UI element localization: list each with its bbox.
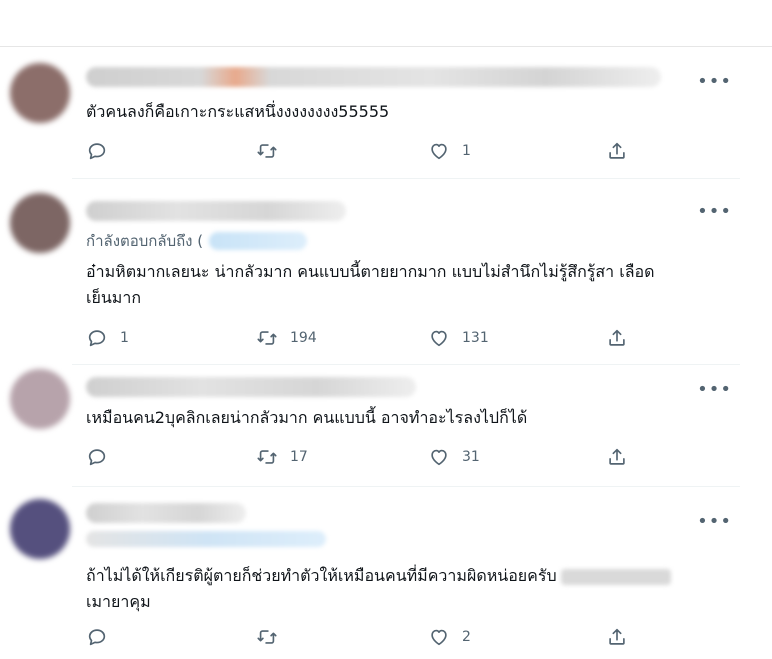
reply-button[interactable]: 1 bbox=[86, 326, 129, 350]
reply-count: 1 bbox=[120, 330, 129, 346]
avatar[interactable] bbox=[10, 63, 70, 123]
author-handle-blurred[interactable] bbox=[86, 531, 326, 547]
tweet[interactable]: ••• กำลังตอบกลับถึง ( อ๋ามหิตมากเลยนะ น่… bbox=[0, 179, 740, 365]
share-icon bbox=[609, 628, 625, 645]
heart-icon bbox=[431, 330, 447, 347]
like-button[interactable]: 1 bbox=[428, 139, 471, 163]
heart-icon bbox=[431, 143, 447, 160]
tweet-text-line: เมายาคุม bbox=[86, 592, 151, 611]
share-button[interactable] bbox=[606, 139, 628, 163]
like-button[interactable]: 31 bbox=[428, 445, 480, 469]
replying-to: กำลังตอบกลับถึง ( bbox=[86, 229, 308, 253]
retweet-button[interactable]: 194 bbox=[256, 326, 317, 350]
replies-timeline: ••• ตัวคนลงก็คือเกาะกระแสหนึ่งงงงงงงง555… bbox=[0, 46, 772, 659]
more-icon[interactable]: ••• bbox=[697, 381, 732, 399]
retweet-icon bbox=[257, 331, 277, 345]
tweet-actions: 17 31 bbox=[86, 445, 646, 469]
more-icon[interactable]: ••• bbox=[697, 513, 732, 531]
tweet[interactable]: ••• ถ้าไม่ได้ให้เกียรติผู้ตายก็ช่วยทำตัว… bbox=[0, 487, 740, 659]
reply-icon bbox=[88, 143, 106, 160]
more-icon[interactable]: ••• bbox=[697, 203, 732, 221]
tweet-text: อ๋ามหิตมากเลยนะ น่ากลัวมาก คนแบบนี้ตายยา… bbox=[86, 259, 736, 311]
reply-icon bbox=[88, 330, 106, 347]
heart-icon bbox=[431, 629, 447, 646]
author-name-blurred[interactable] bbox=[86, 377, 416, 397]
author-name-blurred[interactable] bbox=[86, 67, 661, 87]
like-count: 2 bbox=[462, 629, 471, 645]
avatar[interactable] bbox=[10, 193, 70, 253]
tweet-text-line-content: ถ้าไม่ได้ให้เกียรติผู้ตายก็ช่วยทำตัวให้เ… bbox=[86, 566, 557, 585]
author-name-blurred[interactable] bbox=[86, 201, 346, 221]
avatar[interactable] bbox=[10, 369, 70, 429]
reply-button[interactable] bbox=[86, 139, 120, 163]
tweet[interactable]: ••• เหมือนคน2บุคลิกเลยน่ากลัวมาก คนแบบนี… bbox=[0, 365, 740, 487]
tweet-text-line: อ๋ามหิตมากเลยนะ น่ากลัวมาก คนแบบนี้ตายยา… bbox=[86, 262, 655, 281]
reply-icon bbox=[88, 629, 106, 646]
avatar[interactable] bbox=[10, 499, 70, 559]
tweet-actions: 1 194 131 bbox=[86, 326, 646, 350]
tweet-text: ถ้าไม่ได้ให้เกียรติผู้ตายก็ช่วยทำตัวให้เ… bbox=[86, 563, 736, 615]
like-button[interactable]: 131 bbox=[428, 326, 489, 350]
share-icon bbox=[609, 448, 625, 465]
reply-button[interactable] bbox=[86, 625, 120, 649]
share-icon bbox=[609, 142, 625, 159]
retweet-icon bbox=[257, 144, 277, 158]
retweet-icon bbox=[257, 630, 277, 644]
tweet-text-line: ถ้าไม่ได้ให้เกียรติผู้ตายก็ช่วยทำตัวให้เ… bbox=[86, 563, 736, 589]
retweet-icon bbox=[257, 450, 277, 464]
like-count: 31 bbox=[462, 449, 480, 465]
share-button[interactable] bbox=[606, 445, 628, 469]
reply-icon bbox=[88, 449, 106, 466]
tweet-actions: 1 bbox=[86, 139, 646, 163]
tweet-actions: 2 bbox=[86, 625, 646, 649]
retweet-count: 194 bbox=[290, 330, 317, 346]
share-button[interactable] bbox=[606, 326, 628, 350]
reply-button[interactable] bbox=[86, 445, 120, 469]
retweet-button[interactable]: 17 bbox=[256, 445, 308, 469]
like-count: 1 bbox=[462, 143, 471, 159]
tweet[interactable]: ••• ตัวคนลงก็คือเกาะกระแสหนึ่งงงงงงงง555… bbox=[0, 47, 740, 179]
mention-blurred[interactable] bbox=[209, 232, 308, 250]
like-button[interactable]: 2 bbox=[428, 625, 471, 649]
retweet-count: 17 bbox=[290, 449, 308, 465]
share-icon bbox=[609, 329, 625, 346]
more-icon[interactable]: ••• bbox=[697, 73, 732, 91]
retweet-button[interactable] bbox=[256, 625, 290, 649]
author-name-blurred[interactable] bbox=[86, 503, 246, 523]
heart-icon bbox=[431, 449, 447, 466]
replying-to-label: กำลังตอบกลับถึง ( bbox=[86, 232, 204, 250]
tweet-text: ตัวคนลงก็คือเกาะกระแสหนึ่งงงงงงงง55555 bbox=[86, 102, 390, 121]
redacted-text bbox=[560, 568, 671, 585]
retweet-button[interactable] bbox=[256, 139, 290, 163]
share-button[interactable] bbox=[606, 625, 628, 649]
tweet-text-line: เย็นมาก bbox=[86, 288, 141, 307]
tweet-text: เหมือนคน2บุคลิกเลยน่ากลัวมาก คนแบบนี้ อา… bbox=[86, 408, 528, 427]
like-count: 131 bbox=[462, 330, 489, 346]
